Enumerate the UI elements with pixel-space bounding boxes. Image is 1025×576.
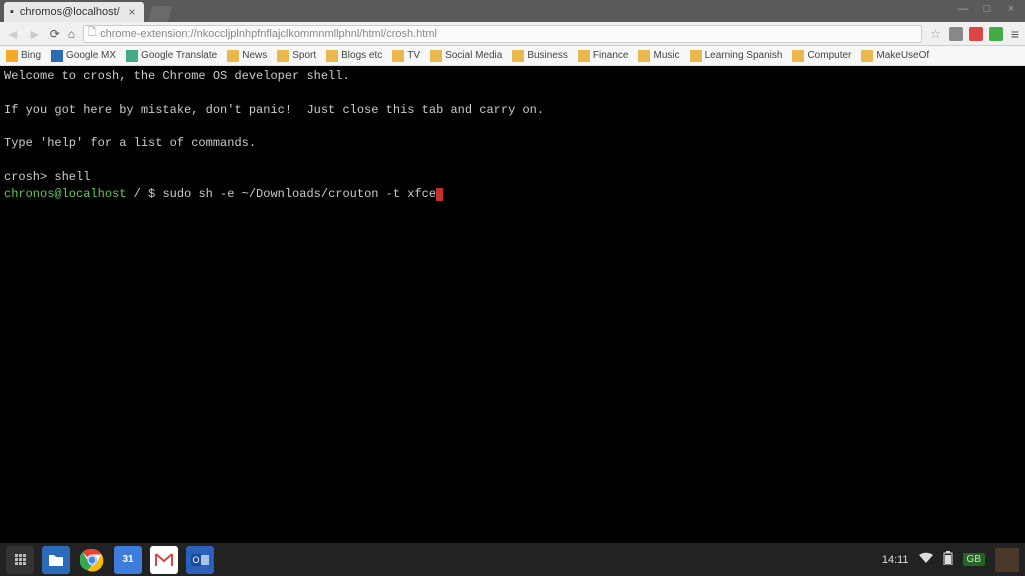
terminal-line: Type 'help' for a list of commands. [4, 135, 1021, 152]
bookmark-folder-computer[interactable]: Computer [792, 50, 851, 62]
folder-icon [48, 553, 64, 567]
window-controls: — □ × [957, 3, 1017, 15]
envelope-icon [155, 553, 173, 567]
terminal-prompt: chronos@localhost / $ sudo sh -e ~/Downl… [4, 186, 1021, 203]
outlook-icon: O [191, 552, 209, 568]
bookmark-folder-learning-spanish[interactable]: Learning Spanish [690, 50, 783, 62]
bookmark-folder-finance[interactable]: Finance [578, 50, 629, 62]
address-bar[interactable]: 🗋 chrome-extension://nkoccljplnhpfnflajc… [83, 25, 922, 43]
extension-icon-2[interactable] [969, 27, 983, 41]
system-tray[interactable]: 14:11 GB [882, 548, 1019, 572]
extension-icon-3[interactable] [989, 27, 1003, 41]
terminal-prompt: crosh> shell [4, 169, 1021, 186]
bookmark-google-mx[interactable]: Google MX [51, 50, 116, 62]
bookmark-folder-sport[interactable]: Sport [277, 50, 316, 62]
files-app-icon[interactable] [42, 546, 70, 574]
back-button[interactable]: ◄ [6, 26, 20, 42]
terminal-line: If you got here by mistake, don't panic!… [4, 102, 1021, 119]
prompt-path: / $ [126, 187, 162, 201]
home-button[interactable]: ⌂ [68, 27, 75, 41]
svg-text:O: O [192, 555, 199, 565]
url-text: chrome-extension://nkoccljplnhpfnflajclk… [100, 28, 437, 40]
bookmark-google-translate[interactable]: Google Translate [126, 50, 217, 62]
tab-title: chromos@localhost/ [20, 6, 120, 18]
reload-button[interactable]: ⟳ [50, 27, 60, 41]
outlook-app-icon[interactable]: O [186, 546, 214, 574]
minimize-button[interactable]: — [957, 3, 969, 15]
bookmark-folder-business[interactable]: Business [512, 50, 568, 62]
chrome-logo-icon [80, 548, 104, 572]
chrome-app-icon[interactable] [78, 546, 106, 574]
close-window-button[interactable]: × [1005, 3, 1017, 15]
bookmark-folder-blogs[interactable]: Blogs etc [326, 50, 382, 62]
extension-icon-1[interactable] [949, 27, 963, 41]
user-avatar[interactable] [995, 548, 1019, 572]
browser-menu-icon[interactable]: ≡ [1011, 26, 1019, 42]
bookmark-folder-social[interactable]: Social Media [430, 50, 502, 62]
bookmark-bing[interactable]: Bing [6, 50, 41, 62]
calendar-app-icon[interactable]: 31 [114, 546, 142, 574]
new-tab-button[interactable] [148, 6, 172, 22]
bookmark-folder-music[interactable]: Music [638, 50, 679, 62]
crosh-terminal[interactable]: Welcome to crosh, the Chrome OS develope… [0, 66, 1025, 543]
tab-close-icon[interactable]: × [126, 6, 138, 18]
prompt-command: sudo sh -e ~/Downloads/crouton -t xfce [162, 187, 436, 201]
tab-favicon: ▪ [10, 6, 14, 18]
launcher-grid-icon [15, 554, 26, 565]
wifi-icon [919, 552, 933, 567]
bookmark-folder-news[interactable]: News [227, 50, 267, 62]
app-launcher-button[interactable] [6, 546, 34, 574]
browser-tab-bar: ▪ chromos@localhost/ × — □ × [0, 0, 1025, 22]
chromeos-shelf: 31 O 14:11 GB [0, 543, 1025, 576]
cursor-icon [436, 188, 443, 201]
terminal-line: Welcome to crosh, the Chrome OS develope… [4, 68, 1021, 85]
bookmark-folder-makeuseof[interactable]: MakeUseOf [861, 50, 929, 62]
clock: 14:11 [882, 554, 909, 566]
language-indicator: GB [963, 553, 985, 566]
battery-icon [943, 551, 953, 568]
bookmark-bar: Bing Google MX Google Translate News Spo… [0, 46, 1025, 66]
bookmark-folder-tv[interactable]: TV [392, 50, 420, 62]
prompt-user: chronos@localhost [4, 187, 126, 201]
browser-tab[interactable]: ▪ chromos@localhost/ × [4, 2, 144, 22]
page-icon: 🗋 [88, 25, 96, 42]
gmail-app-icon[interactable] [150, 546, 178, 574]
browser-nav-bar: ◄ ► ⟳ ⌂ 🗋 chrome-extension://nkoccljplnh… [0, 22, 1025, 46]
extension-icons [949, 27, 1003, 41]
bookmark-star-icon[interactable]: ☆ [930, 27, 941, 41]
forward-button[interactable]: ► [28, 26, 42, 42]
maximize-button[interactable]: □ [981, 3, 993, 15]
